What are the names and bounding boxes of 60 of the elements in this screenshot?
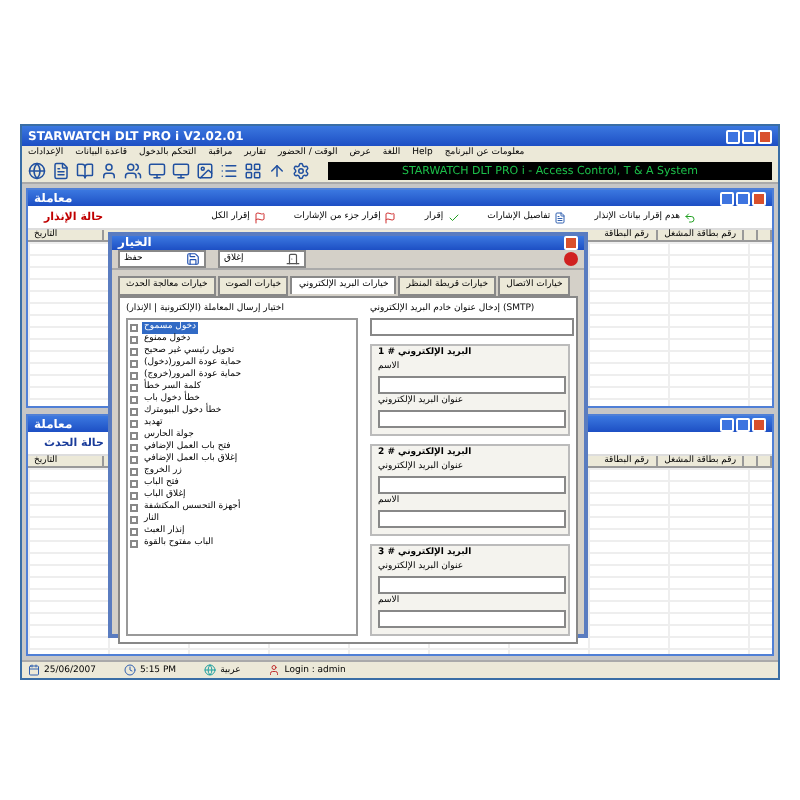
check-icon — [447, 211, 460, 223]
checkbox[interactable] — [130, 336, 138, 344]
document-icon — [554, 211, 567, 223]
close-button[interactable] — [564, 236, 578, 250]
globe-icon — [204, 664, 217, 676]
checkbox[interactable] — [130, 396, 138, 404]
user-icon — [268, 664, 281, 676]
people-icon[interactable] — [124, 162, 142, 180]
image-icon[interactable] — [196, 162, 214, 180]
monitor-icon[interactable] — [172, 162, 190, 180]
close-button[interactable] — [758, 129, 772, 143]
input-field[interactable] — [378, 410, 566, 428]
input-field[interactable] — [378, 376, 566, 394]
list-icon[interactable] — [220, 162, 238, 180]
globe-icon[interactable] — [28, 162, 46, 180]
maximize-button[interactable] — [736, 417, 750, 431]
undo-arrow-icon — [684, 211, 697, 223]
checkbox[interactable] — [130, 432, 138, 440]
book-icon[interactable] — [76, 162, 94, 180]
checkbox[interactable] — [130, 492, 138, 500]
checkbox[interactable] — [130, 540, 138, 548]
input-field[interactable] — [378, 576, 566, 594]
flag-icon — [253, 211, 266, 223]
checkbox[interactable] — [130, 456, 138, 464]
checkbox[interactable] — [130, 480, 138, 488]
checkbox[interactable] — [130, 384, 138, 392]
document-icon[interactable] — [52, 162, 70, 180]
maximize-button[interactable] — [742, 129, 756, 143]
monitor-icon[interactable] — [148, 162, 166, 180]
calendar-icon — [28, 664, 40, 676]
checkbox[interactable] — [130, 360, 138, 368]
checkbox[interactable] — [130, 504, 138, 512]
settings-icon[interactable] — [292, 162, 310, 180]
person-icon[interactable] — [100, 162, 118, 180]
input-field[interactable] — [370, 318, 574, 336]
save-icon — [186, 252, 200, 266]
checkbox[interactable] — [130, 420, 138, 428]
grid-icon[interactable] — [244, 162, 262, 180]
minimize-button[interactable] — [726, 129, 740, 143]
checkbox[interactable] — [130, 408, 138, 416]
help-icon[interactable] — [564, 252, 578, 266]
close-button[interactable] — [752, 417, 766, 431]
close-button[interactable] — [752, 191, 766, 205]
door-icon — [286, 252, 300, 266]
minimize-button[interactable] — [720, 417, 734, 431]
checkbox[interactable] — [130, 324, 138, 332]
checkbox[interactable] — [130, 444, 138, 452]
up-arrow-icon[interactable] — [268, 162, 286, 180]
input-field[interactable] — [378, 510, 566, 528]
clock-icon — [123, 664, 136, 676]
flag-icon — [384, 211, 397, 223]
input-field[interactable] — [378, 476, 566, 494]
minimize-button[interactable] — [720, 191, 734, 205]
checkbox[interactable] — [130, 468, 138, 476]
checkbox[interactable] — [130, 348, 138, 356]
input-field[interactable] — [378, 610, 566, 628]
checkbox[interactable] — [130, 528, 138, 536]
checkbox[interactable] — [130, 516, 138, 524]
checkbox[interactable] — [130, 372, 138, 380]
maximize-button[interactable] — [736, 191, 750, 205]
